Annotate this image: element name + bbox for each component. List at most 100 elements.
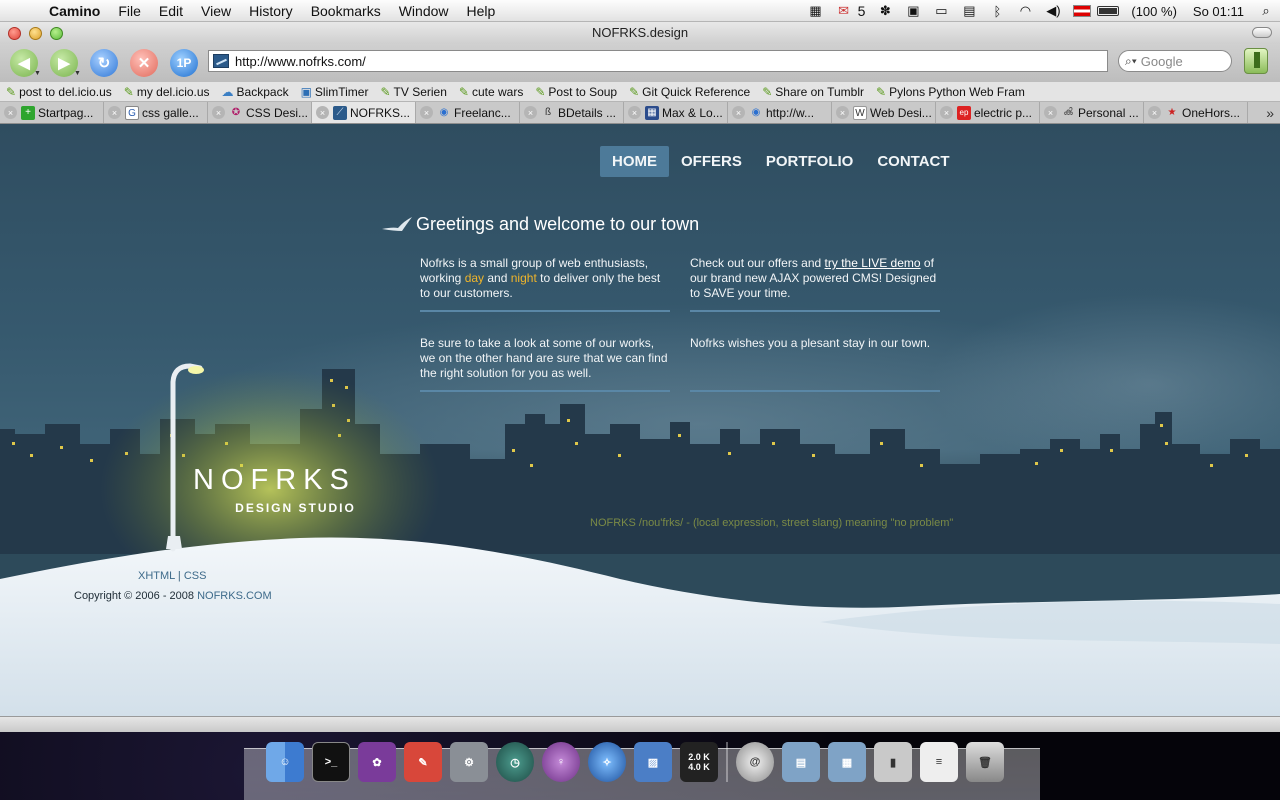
menu-window[interactable]: Window [390, 3, 458, 19]
iphoto-icon[interactable]: ▨ [634, 742, 672, 782]
search-icon[interactable]: ⌕▾ [1125, 54, 1137, 69]
tab-close-icon[interactable]: × [1148, 106, 1161, 119]
tab[interactable]: × ß BDetails ... [520, 102, 624, 123]
movies-folder-icon[interactable]: ▦ [828, 742, 866, 782]
css-link[interactable]: CSS [184, 570, 207, 582]
tab[interactable]: × + Startpag... [0, 102, 104, 123]
menu-file[interactable]: File [109, 3, 150, 19]
display-icon[interactable]: ▭ [927, 3, 955, 19]
reload-button[interactable]: ↻ [90, 49, 118, 77]
documents-folder-icon[interactable]: ▤ [782, 742, 820, 782]
close-window-icon[interactable] [8, 27, 21, 40]
paw-icon[interactable]: ✽ [871, 3, 899, 19]
nav-contact[interactable]: CONTACT [865, 146, 961, 177]
tab-close-icon[interactable]: × [316, 106, 329, 119]
search-field[interactable]: ⌕▾ Google [1118, 50, 1232, 72]
document-stack-icon[interactable]: ≡ [920, 742, 958, 782]
bookmark-item[interactable]: ✎ post to del.icio.us [0, 85, 118, 99]
bookmark-item[interactable]: ✎ TV Serien [374, 85, 452, 99]
tab[interactable]: × ▦ Max & Lo... [624, 102, 728, 123]
menu-bookmarks[interactable]: Bookmarks [302, 3, 390, 19]
system-preferences-icon[interactable]: ⚙ [450, 742, 488, 782]
tab-close-icon[interactable]: × [4, 106, 17, 119]
drive-icon[interactable]: ▮ [874, 742, 912, 782]
address-url[interactable]: http://www.nofrks.com/ [235, 54, 366, 69]
more-tabs-chevron-icon[interactable]: » [1266, 105, 1274, 121]
finder-icon[interactable]: ☺ [266, 742, 304, 782]
xhtml-link[interactable]: XHTML [138, 570, 175, 582]
nav-portfolio[interactable]: PORTFOLIO [754, 146, 866, 177]
tab-close-icon[interactable]: × [732, 106, 745, 119]
cssedit-icon[interactable]: ✎ [404, 742, 442, 782]
tab[interactable]: × ✪ CSS Desi... [208, 102, 312, 123]
tab-close-icon[interactable]: × [212, 106, 225, 119]
nav-home[interactable]: HOME [600, 146, 669, 177]
zoom-window-icon[interactable] [50, 27, 63, 40]
bookmarklet-icon: ✎ [458, 84, 469, 99]
tab-close-icon[interactable]: × [628, 106, 641, 119]
tab[interactable]: × ൿ Personal ... [1040, 102, 1144, 123]
bookmark-item[interactable]: ✎ Pylons Python Web Fram [870, 85, 1031, 99]
tab-label: http://w... [766, 105, 815, 120]
clock[interactable]: So 01:11 [1185, 4, 1252, 19]
calendar-icon[interactable]: ▦ [802, 3, 830, 19]
minimize-window-icon[interactable] [29, 27, 42, 40]
camino-icon[interactable]: ✧ [588, 742, 626, 782]
network-rates-icon[interactable]: 2.0 K 4.0 K [680, 742, 718, 782]
gmail-icon[interactable]: ✉ [830, 3, 858, 19]
tab[interactable]: × ★ OneHors... [1144, 102, 1248, 123]
forward-history-caret-icon[interactable]: ▼ [74, 70, 81, 77]
bookmark-item[interactable]: ☁ Backpack [216, 85, 295, 99]
bookmark-item[interactable]: ✎ Share on Tumblr [756, 85, 870, 99]
back-history-caret-icon[interactable]: ▼ [34, 70, 41, 77]
tab[interactable]: × ep electric p... [936, 102, 1040, 123]
trash-icon[interactable]: 🗑 [966, 742, 1004, 782]
bluetooth-icon[interactable]: ᛒ [983, 4, 1011, 19]
onepassword-button[interactable]: 1P [170, 49, 198, 77]
menu-history[interactable]: History [240, 3, 302, 19]
menu-view[interactable]: View [192, 3, 240, 19]
menu-app-name[interactable]: Camino [40, 3, 109, 19]
bookmark-item[interactable]: ✎ Post to Soup [529, 85, 623, 99]
site-logo[interactable]: NOFRKS DESIGN STUDIO [193, 464, 356, 515]
spaces-icon[interactable]: ▣ [899, 3, 927, 19]
tab-active[interactable]: × ⟋ NOFRKS.... [312, 102, 416, 123]
tab-close-icon[interactable]: × [940, 106, 953, 119]
tab-close-icon[interactable]: × [524, 106, 537, 119]
menu-help[interactable]: Help [458, 3, 505, 19]
tab-close-icon[interactable]: × [108, 106, 121, 119]
bookmark-item[interactable]: ✎ Git Quick Reference [623, 85, 756, 99]
upload-rate: 2.0 K [688, 752, 710, 762]
wifi-icon[interactable]: ◠ [1011, 3, 1039, 19]
tab-close-icon[interactable]: × [420, 106, 433, 119]
tab[interactable]: × W Web Desi... [832, 102, 936, 123]
textmate-icon[interactable]: ✿ [358, 742, 396, 782]
austria-flag-icon[interactable] [1073, 5, 1092, 17]
menu-edit[interactable]: Edit [150, 3, 192, 19]
bookmark-item[interactable]: ✎ cute wars [453, 85, 529, 99]
bookmark-item[interactable]: ▣ SlimTimer [295, 85, 375, 99]
copyright-link[interactable]: NOFRKS.COM [197, 590, 272, 602]
adium-icon[interactable]: ♀ [542, 742, 580, 782]
stop-button[interactable]: ✕ [130, 49, 158, 77]
keyboard-icon[interactable]: ▤ [955, 3, 983, 19]
toolbar-toggle-icon[interactable] [1252, 27, 1272, 38]
tab[interactable]: × Gcss galle... [104, 102, 208, 123]
spotlight-icon[interactable]: ⌕ [1252, 3, 1280, 19]
mail-icon[interactable]: @ [736, 742, 774, 782]
nav-offers[interactable]: OFFERS [669, 146, 754, 177]
tab-close-icon[interactable]: × [836, 106, 849, 119]
divider [420, 390, 670, 392]
volume-icon[interactable]: ◀) [1039, 3, 1067, 19]
time-machine-icon[interactable]: ◷ [496, 742, 534, 782]
tab-close-icon[interactable]: × [1044, 106, 1057, 119]
tab[interactable]: × ◉ Freelanc... [416, 102, 520, 123]
terminal-icon[interactable]: >_ [312, 742, 350, 782]
bookmarks-button[interactable] [1244, 48, 1268, 74]
bookmark-item[interactable]: ✎ my del.icio.us [118, 85, 216, 99]
highlight-day: day [464, 271, 485, 285]
live-demo-link[interactable]: try the LIVE demo [825, 256, 921, 270]
address-bar[interactable]: http://www.nofrks.com/ [208, 50, 1108, 72]
battery-icon[interactable] [1097, 6, 1120, 16]
tab[interactable]: × ◉ http://w... [728, 102, 832, 123]
